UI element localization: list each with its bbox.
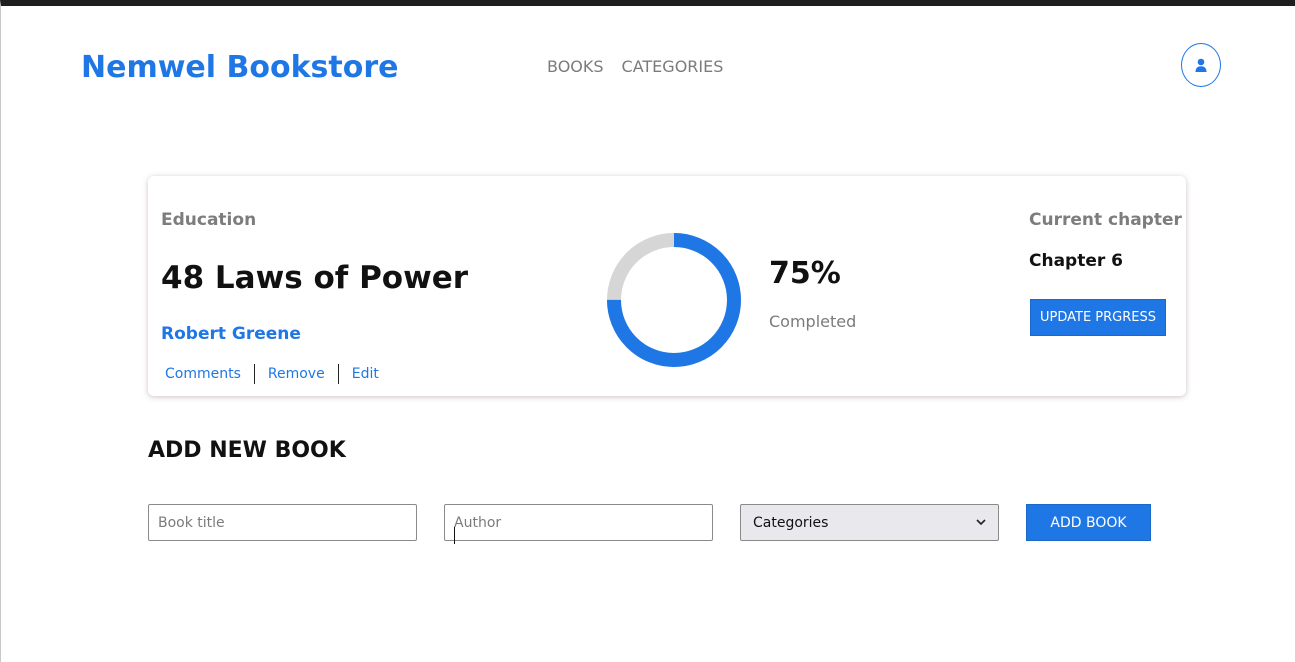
book-card: Education 48 Laws of Power Robert Greene…: [148, 176, 1186, 396]
author-input[interactable]: [444, 504, 713, 541]
add-book-heading: ADD NEW BOOK: [148, 438, 346, 463]
user-icon: [1195, 58, 1207, 72]
update-progress-button[interactable]: UPDATE PRGRESS: [1030, 299, 1166, 336]
current-chapter-label: Current chapter: [1029, 210, 1182, 230]
app-window: Nemwel Bookstore BOOKS CATEGORIES Educat…: [0, 0, 1295, 662]
progress-percent: 75%: [769, 256, 841, 291]
brand-logo-text[interactable]: Nemwel Bookstore: [81, 50, 399, 85]
chevron-down-icon: [976, 519, 986, 526]
progress-ring: [607, 233, 741, 367]
book-title-input[interactable]: [148, 504, 417, 541]
add-book-button[interactable]: ADD BOOK: [1026, 504, 1151, 541]
text-cursor: [454, 527, 455, 544]
current-chapter: Chapter 6: [1029, 251, 1124, 271]
edit-button[interactable]: Edit: [339, 364, 392, 384]
remove-button[interactable]: Remove: [255, 364, 338, 384]
progress-status: Completed: [769, 312, 857, 331]
user-profile-button[interactable]: [1181, 43, 1221, 87]
category-select-value: Categories: [753, 514, 829, 531]
nav-categories-link[interactable]: CATEGORIES: [622, 57, 724, 76]
book-author[interactable]: Robert Greene: [161, 324, 301, 344]
comments-button[interactable]: Comments: [161, 364, 254, 384]
book-genre: Education: [161, 210, 257, 230]
book-title: 48 Laws of Power: [161, 260, 469, 296]
category-select[interactable]: Categories: [740, 504, 999, 541]
nav-books-link[interactable]: BOOKS: [547, 57, 604, 76]
book-actions: Comments Remove Edit: [161, 364, 392, 384]
main-nav: BOOKS CATEGORIES: [547, 57, 723, 76]
